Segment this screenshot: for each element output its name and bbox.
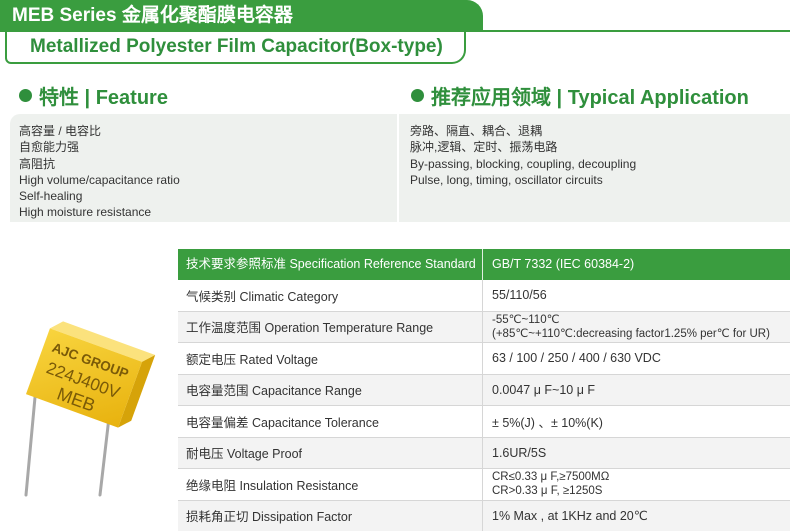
spec-value: -55℃~110℃ (+85℃~+110℃:decreasing factor1… <box>483 312 790 343</box>
spec-row-rated-voltage: 额定电压 Rated Voltage 63 / 100 / 250 / 400 … <box>178 343 790 375</box>
spec-label: 工作温度范围 Operation Temperature Range <box>178 311 483 342</box>
application-item: 脉冲,逻辑、定时、振荡电路 <box>410 140 558 155</box>
spec-table-header: 技术要求参照标准 Specification Reference Standar… <box>178 249 790 280</box>
spec-row-capacitance-tolerance: 电容量偏差 Capacitance Tolerance ± 5%(J) 、± 1… <box>178 406 790 438</box>
spec-value: CR≤0.33 μ F,≥7500MΩ CR>0.33 μ F, ≥1250S <box>483 469 790 500</box>
feature-item: 自愈能力强 <box>19 140 80 155</box>
spec-label: 电容量范围 Capacitance Range <box>178 374 483 405</box>
spec-value-line: 0.0047 μ F~10 μ F <box>492 382 596 397</box>
application-title: 推荐应用领域 | Typical Application <box>431 86 749 109</box>
spec-value-line: 1% Max , at 1KHz and 20℃ <box>492 509 648 524</box>
spec-value-line: 1.6UR/5S <box>492 445 547 460</box>
spec-value: 63 / 100 / 250 / 400 / 630 VDC <box>483 343 790 374</box>
spec-value: 1% Max , at 1KHz and 20℃ <box>483 501 790 531</box>
bullet-icon <box>411 88 424 102</box>
spec-value-line: (+85℃~+110℃:decreasing factor1.25% per℃ … <box>492 327 770 340</box>
spec-table-body: 气候类别 Climatic Category 55/110/56 工作温度范围 … <box>178 280 790 531</box>
spec-value: 1.6UR/5S <box>483 438 790 469</box>
spec-row-capacitance-range: 电容量范围 Capacitance Range 0.0047 μ F~10 μ … <box>178 374 790 406</box>
capacitor-lead-left <box>24 391 37 497</box>
spec-value-line: CR≤0.33 μ F,≥7500MΩ <box>492 471 610 484</box>
spec-value: 0.0047 μ F~10 μ F <box>483 375 790 406</box>
capacitor-product-image: AJC GROUP 224J400V MEB <box>24 321 156 497</box>
application-panel: 旁路、隔直、耦合、退耦 脉冲,逻辑、定时、振荡电路 By-passing, bl… <box>399 114 790 222</box>
product-title: Metallized Polyester Film Capacitor(Box-… <box>30 36 443 57</box>
feature-panel: 高容量 / 电容比 自愈能力强 高阻抗 High volume/capacita… <box>10 114 397 222</box>
specification-table: 技术要求参照标准 Specification Reference Standar… <box>178 249 790 531</box>
product-title-box: Metallized Polyester Film Capacitor(Box-… <box>5 32 466 64</box>
spec-row-voltage-proof: 耐电压 Voltage Proof 1.6UR/5S <box>178 437 790 469</box>
spec-header-value: GB/T 7332 (IEC 60384-2) <box>492 257 635 271</box>
application-item: 旁路、隔直、耦合、退耦 <box>410 124 543 138</box>
feature-heading: 特性 | Feature <box>19 82 168 109</box>
feature-item: High moisture resistance <box>19 205 152 220</box>
feature-item: 高阻抗 <box>19 156 56 171</box>
spec-row-insulation-resistance: 绝缘电阻 Insulation Resistance CR≤0.33 μ F,≥… <box>178 469 790 501</box>
spec-value-line: CR>0.33 μ F, ≥1250S <box>492 485 603 498</box>
application-item: Pulse, long, timing, oscillator circuits <box>410 172 603 187</box>
spec-label: 损耗角正切 Dissipation Factor <box>178 500 483 531</box>
capacitor-body: AJC GROUP 224J400V MEB <box>25 321 156 428</box>
feature-item: Self-healing <box>19 189 83 204</box>
feature-item: 高容量 / 电容比 <box>19 124 102 138</box>
spec-value: ± 5%(J) 、± 10%(K) <box>483 406 790 437</box>
spec-value-line: ± 5%(J) 、± 10%(K) <box>492 415 603 430</box>
spec-value: 55/110/56 <box>483 280 790 311</box>
series-banner: MEB Series 金属化聚酯膜电容器 <box>0 0 483 31</box>
feature-title: 特性 | Feature <box>39 86 168 109</box>
spec-label: 电容量偏差 Capacitance Tolerance <box>178 406 483 437</box>
spec-value-line: -55℃~110℃ <box>492 313 560 326</box>
spec-value-line: 55/110/56 <box>492 288 547 303</box>
spec-value-line: 63 / 100 / 250 / 400 / 630 VDC <box>492 351 661 366</box>
spec-label: 气候类别 Climatic Category <box>178 280 483 311</box>
application-heading: 推荐应用领域 | Typical Application <box>411 82 749 109</box>
feature-item: High volume/capacitance ratio <box>19 172 180 187</box>
spec-header-label: 技术要求参照标准 Specification Reference Standar… <box>178 249 483 280</box>
spec-label: 绝缘电阻 Insulation Resistance <box>178 469 483 500</box>
spec-label: 额定电压 Rated Voltage <box>178 343 483 374</box>
application-item: By-passing, blocking, coupling, decoupli… <box>410 156 637 171</box>
spec-row-operation-temperature: 工作温度范围 Operation Temperature Range -55℃~… <box>178 311 790 343</box>
capacitor-lead-right <box>98 418 111 497</box>
bullet-icon <box>19 88 32 102</box>
spec-row-dissipation-factor: 损耗角正切 Dissipation Factor 1% Max , at 1KH… <box>178 500 790 531</box>
spec-row-climatic-category: 气候类别 Climatic Category 55/110/56 <box>178 280 790 312</box>
spec-label: 耐电压 Voltage Proof <box>178 437 483 468</box>
series-title: MEB Series 金属化聚酯膜电容器 <box>12 5 293 26</box>
